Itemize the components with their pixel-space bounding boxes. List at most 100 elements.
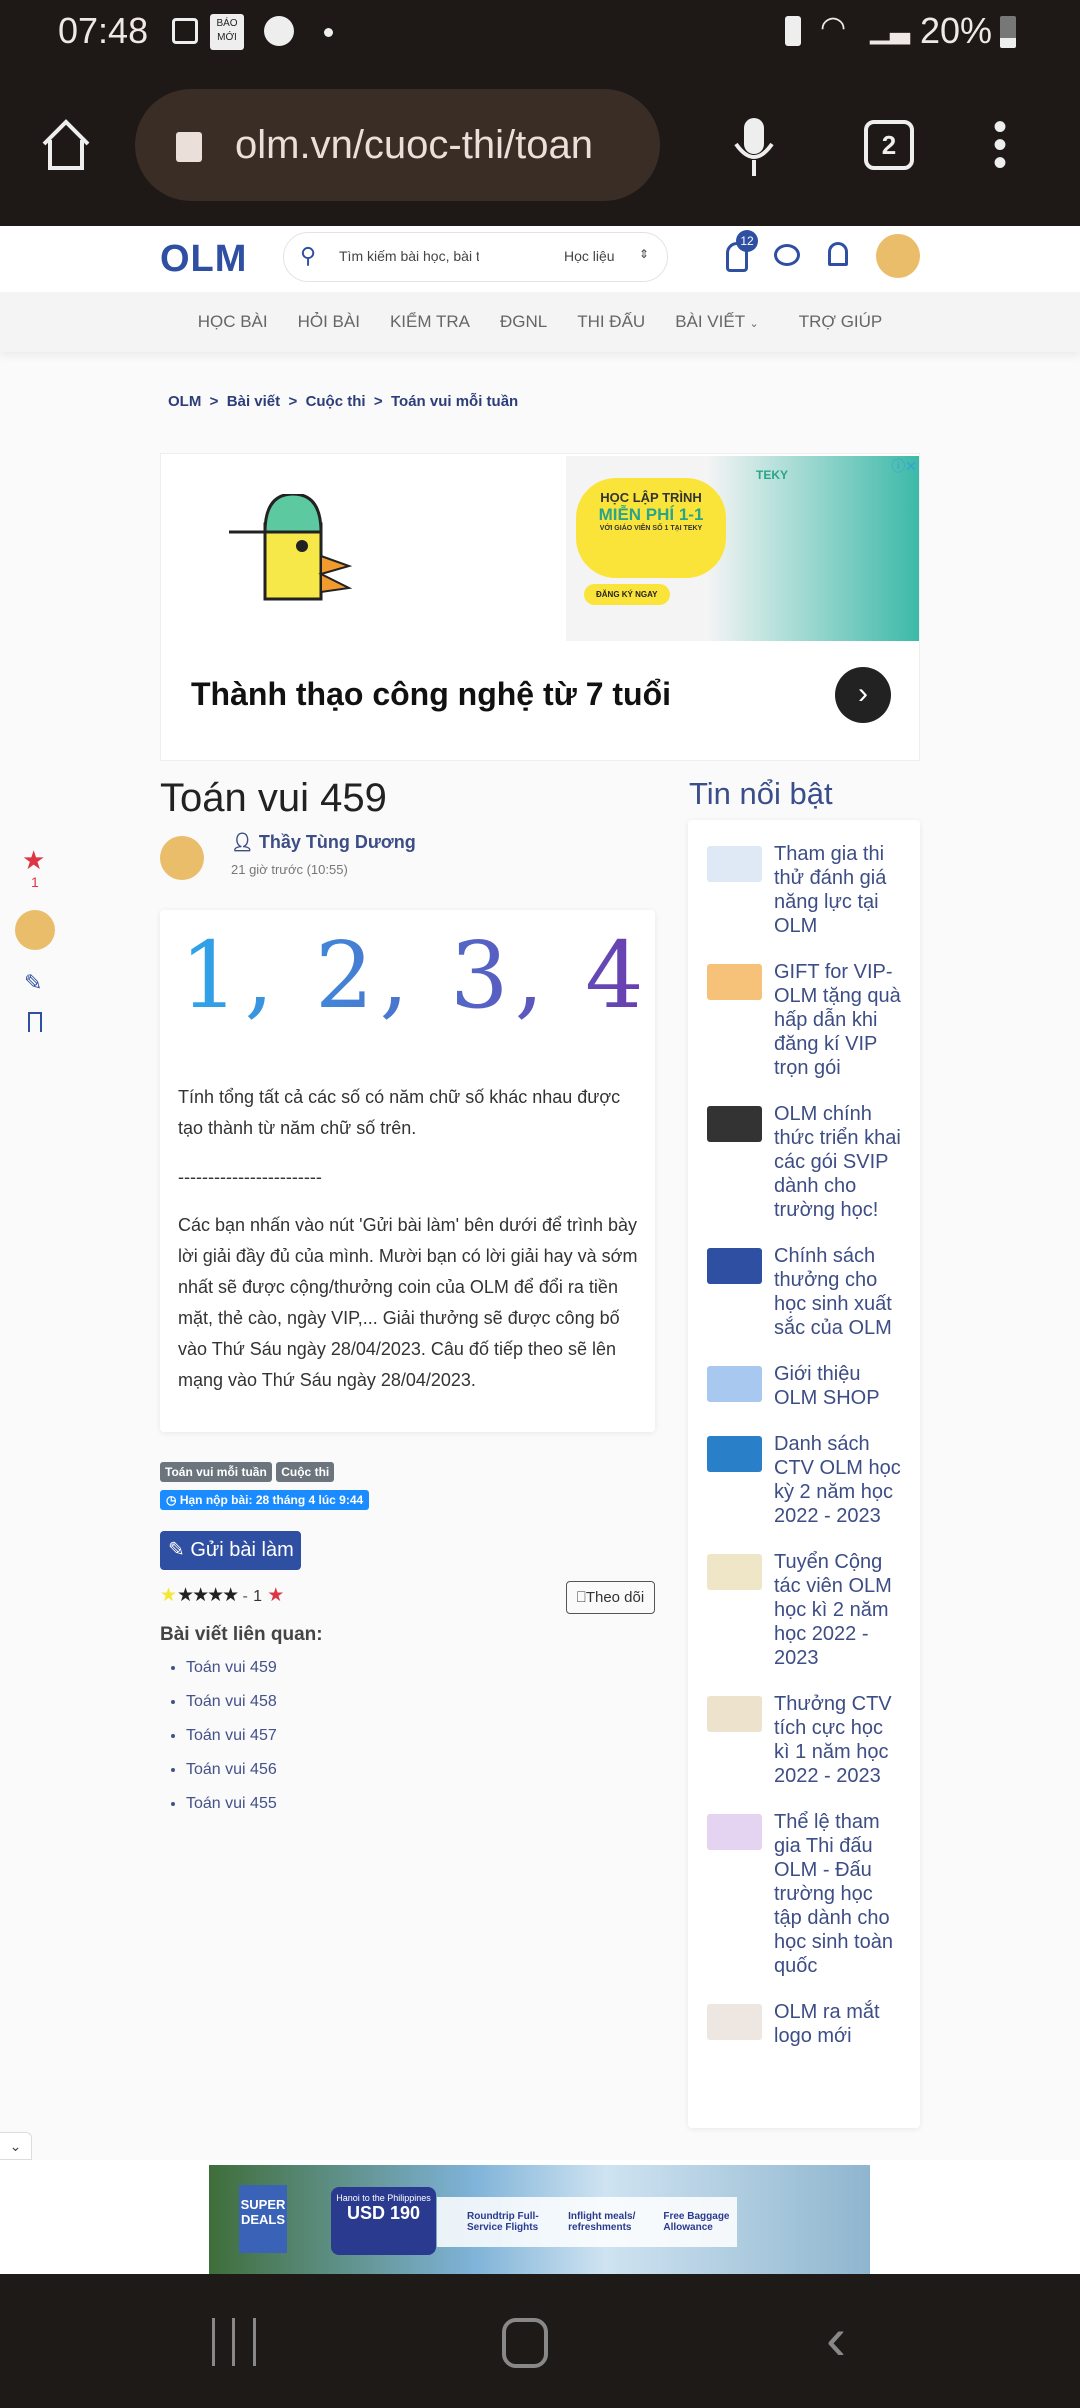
- edit-icon[interactable]: ✎: [24, 970, 42, 996]
- microphone-icon[interactable]: [730, 114, 778, 178]
- featured-item[interactable]: Chính sách thưởng cho học sinh xuất sắc …: [707, 1244, 902, 1340]
- home-button-icon[interactable]: [502, 2318, 548, 2368]
- breadcrumb-bai-viet[interactable]: Bài viết: [227, 393, 280, 410]
- teky-duck-logo: [229, 494, 353, 601]
- search-scope-select[interactable]: Học liệu: [564, 248, 615, 264]
- related-link[interactable]: Toán vui 459: [186, 1659, 277, 1677]
- search-box[interactable]: ⚲ Tìm kiếm bài học, bài tập, mô Học liệu…: [283, 232, 668, 282]
- article-content: 1, 2, 3, 4, 5 Tính tổng tất cả các số có…: [160, 910, 779, 1432]
- breadcrumb-olm[interactable]: OLM: [168, 393, 201, 410]
- featured-thumbnail: [707, 1106, 762, 1142]
- ad-text: Roundtrip Full-Service Flights: [467, 2211, 539, 2233]
- featured-item-title: OLM chính thức triển khai các gói SVIP d…: [774, 1103, 901, 1221]
- ad-text: HỌC LẬP TRÌNH: [600, 490, 702, 505]
- site-header: OLM ⚲ Tìm kiếm bài học, bài tập, mô Học …: [0, 226, 1080, 292]
- featured-item[interactable]: GIFT for VIP-OLM tặng quà hấp dẫn khi đă…: [707, 960, 902, 1080]
- rating-count: 1: [253, 1588, 262, 1605]
- user-icon: 👤︎: [231, 832, 254, 852]
- search-icon: ⚲: [300, 243, 317, 268]
- featured-item-title: Tham gia thi thử đánh giá năng lực tại O…: [774, 843, 887, 937]
- post-time: 21 giờ trước (10:55): [231, 862, 348, 877]
- ad-close-icon[interactable]: ⓘ✕: [891, 456, 917, 476]
- featured-list: Tham gia thi thử đánh giá năng lực tại O…: [688, 820, 920, 2128]
- tabs-button[interactable]: 2: [864, 120, 914, 170]
- featured-item-title: Thể lệ tham gia Thi đấu OLM - Đấu trường…: [774, 1811, 893, 1977]
- featured-item[interactable]: Thể lệ tham gia Thi đấu OLM - Đấu trường…: [707, 1810, 902, 1978]
- submit-button[interactable]: ✎ Gửi bài làm: [160, 1531, 301, 1570]
- featured-thumbnail: [707, 1436, 762, 1472]
- star-count: 1: [31, 874, 39, 890]
- nav-hoc-bai[interactable]: HỌC BÀI: [198, 312, 268, 332]
- ad-arrow-button[interactable]: ›: [835, 667, 891, 723]
- nav-bai-viet[interactable]: BÀI VIẾT ⌄: [675, 312, 759, 332]
- home-icon[interactable]: [40, 118, 92, 172]
- rating[interactable]: ★★★★★ - 1 ★: [160, 1584, 284, 1607]
- follow-button[interactable]: ⎕Theo dõi: [566, 1581, 655, 1614]
- featured-item[interactable]: Tham gia thi thử đánh giá năng lực tại O…: [707, 842, 902, 938]
- featured-thumbnail: [707, 1554, 762, 1590]
- clock: 07:48: [58, 10, 149, 51]
- tag[interactable]: Toán vui mỗi tuần: [160, 1462, 272, 1482]
- article-question: Tính tổng tất cả các số có năm chữ số kh…: [178, 1087, 621, 1138]
- bell-icon[interactable]: [828, 242, 848, 266]
- ad-text: Hanoi to the Philippines: [336, 2193, 431, 2203]
- author-avatar[interactable]: [160, 836, 204, 880]
- nav-dgnl[interactable]: ĐGNL: [500, 312, 547, 332]
- featured-thumbnail: [707, 1814, 762, 1850]
- search-input[interactable]: Tìm kiếm bài học, bài tập, mô: [339, 248, 479, 264]
- select-arrows-icon: ⇕: [639, 247, 650, 261]
- featured-item[interactable]: OLM chính thức triển khai các gói SVIP d…: [707, 1102, 902, 1222]
- related-link[interactable]: Toán vui 456: [186, 1761, 277, 1779]
- chevron-down-icon: ⌄: [749, 318, 759, 330]
- status-bar: 07:48 BÁO MỚI ◠ ▁▃ 20%: [0, 0, 1080, 62]
- user-avatar[interactable]: [876, 234, 920, 278]
- related-list: Toán vui 459 Toán vui 458 Toán vui 457 T…: [186, 1659, 277, 1829]
- featured-thumbnail: [707, 1248, 762, 1284]
- related-link[interactable]: Toán vui 458: [186, 1693, 277, 1711]
- collapse-ad-button[interactable]: ⌄: [0, 2132, 32, 2160]
- tag-list: Toán vui mỗi tuần Cuộc thi: [160, 1462, 335, 1482]
- fare-box: Hanoi to the Philippines USD 190: [331, 2187, 436, 2255]
- featured-item[interactable]: OLM ra mắt logo mới: [707, 2000, 902, 2048]
- nav-hoi-bai[interactable]: HỎI BÀI: [298, 312, 360, 332]
- featured-item[interactable]: Danh sách CTV OLM học kỳ 2 năm học 2022 …: [707, 1432, 902, 1528]
- featured-item[interactable]: Giới thiệu OLM SHOP: [707, 1362, 902, 1410]
- related-link[interactable]: Toán vui 457: [186, 1727, 277, 1745]
- article-title: Toán vui 459: [160, 776, 387, 820]
- chat-icon[interactable]: [774, 244, 800, 266]
- url-bar[interactable]: olm.vn/cuoc-thi/toan: [135, 89, 660, 201]
- related-link[interactable]: Toán vui 455: [186, 1795, 277, 1813]
- nav-tro-giup[interactable]: TRỢ GIÚP: [799, 312, 883, 332]
- star-icon[interactable]: ★: [22, 845, 45, 876]
- ad-banner-top[interactable]: HỌC LẬP TRÌNH MIỄN PHÍ 1-1 VỚI GIÁO VIÊN…: [160, 453, 920, 761]
- bookmark-icon[interactable]: [28, 1012, 42, 1032]
- featured-item-title: Giới thiệu OLM SHOP: [774, 1363, 880, 1409]
- olm-logo[interactable]: OLM: [160, 238, 247, 281]
- breadcrumb-cuoc-thi[interactable]: Cuộc thi: [306, 393, 366, 410]
- featured-item[interactable]: Tuyển Cộng tác viên OLM học kì 2 năm học…: [707, 1550, 902, 1670]
- star-icon-empty[interactable]: ★★★★: [177, 1585, 239, 1606]
- ad-text: Free Baggage Allowance: [663, 2211, 730, 2233]
- featured-item-title: Thưởng CTV tích cực học kì 1 năm học 202…: [774, 1693, 892, 1787]
- recent-apps-icon[interactable]: [212, 2318, 256, 2366]
- star-icon[interactable]: ★: [160, 1585, 177, 1606]
- lock-icon: [176, 132, 202, 162]
- ad-text: Inflight meals/ refreshments: [568, 2211, 636, 2233]
- ad-banner-bottom[interactable]: SUPER DEALS Hanoi to the Philippines USD …: [209, 2165, 870, 2274]
- back-icon[interactable]: ‹: [826, 2304, 846, 2373]
- featured-item-title: OLM ra mắt logo mới: [774, 2001, 880, 2047]
- wifi-icon: ◠: [820, 11, 847, 44]
- featured-item[interactable]: Thưởng CTV tích cực học kì 1 năm học 202…: [707, 1692, 902, 1788]
- menu-icon[interactable]: • • •: [990, 107, 1010, 183]
- ad-text: VỚI GIÁO VIÊN SỐ 1 TẠI TEKY: [599, 525, 703, 532]
- author-name[interactable]: 👤︎ Thầy Tùng Dương: [231, 832, 416, 853]
- nav-thi-dau[interactable]: THI ĐẤU: [577, 312, 645, 332]
- breadcrumb-toan-vui[interactable]: Toán vui mỗi tuần: [391, 393, 518, 410]
- signal-icon: ▁▃: [870, 14, 910, 44]
- baomoi-icon: BÁO MỚI: [210, 14, 244, 50]
- submit-label: Gửi bài làm: [190, 1539, 294, 1561]
- ad-headline: Thành thạo công nghệ từ 7 tuổi: [191, 676, 672, 712]
- tag[interactable]: Cuộc thi: [276, 1462, 335, 1482]
- nav-kiem-tra[interactable]: KIỂM TRA: [390, 312, 470, 332]
- author-avatar-small[interactable]: [15, 910, 55, 950]
